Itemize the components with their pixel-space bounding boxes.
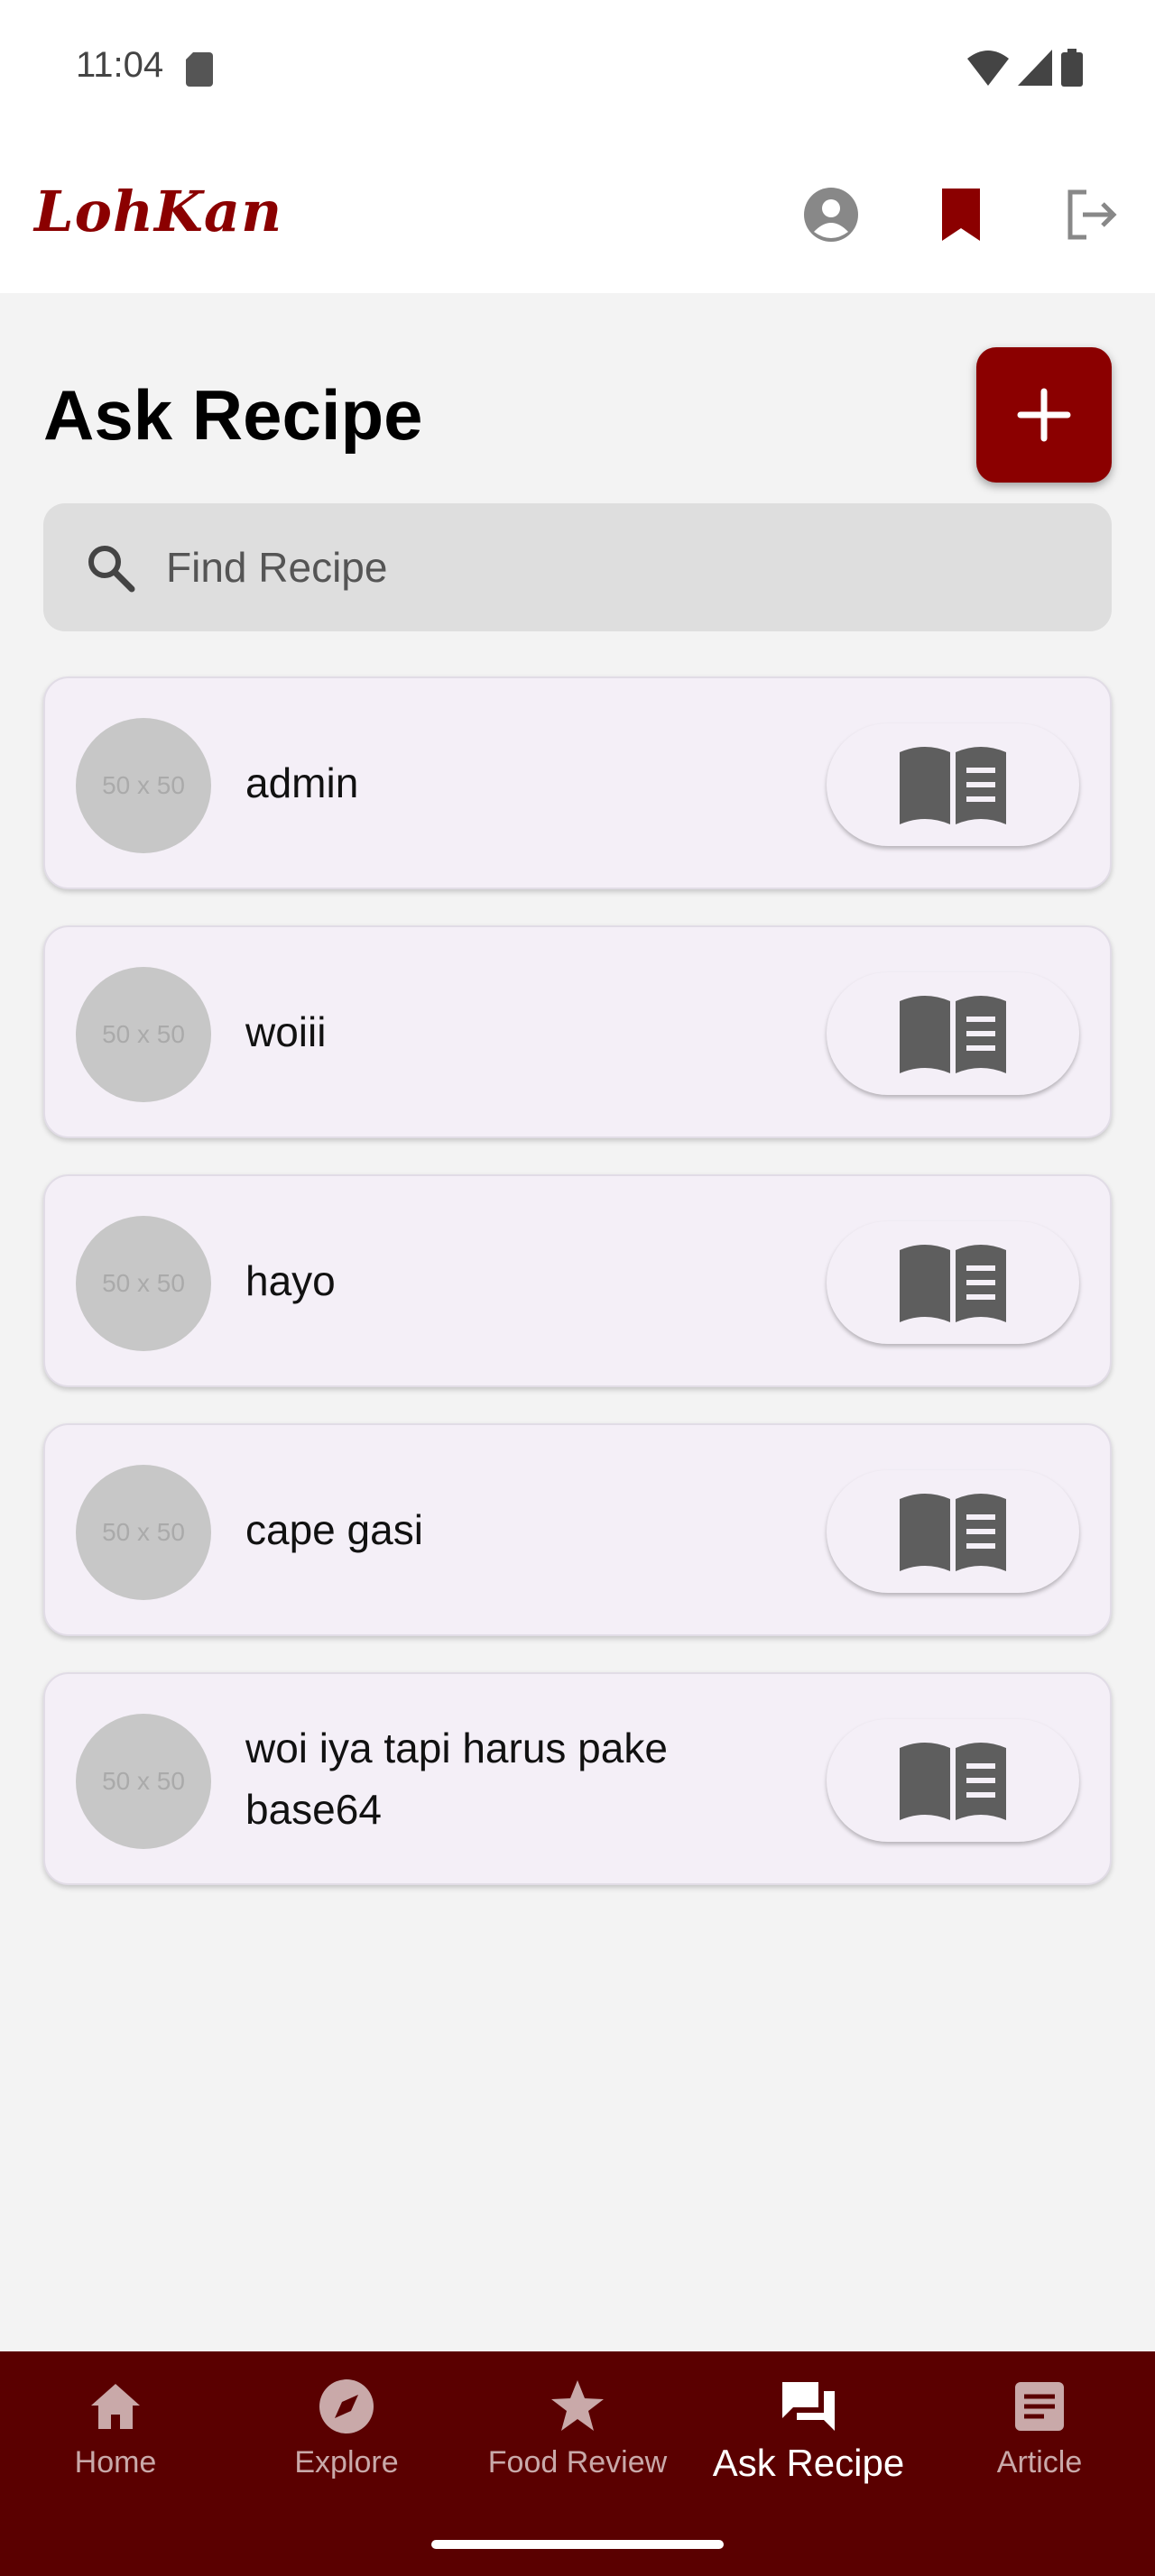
book-icon: [900, 1743, 1006, 1820]
view-recipe-button[interactable]: [827, 1221, 1079, 1344]
nav-label-article: Article: [996, 2445, 1083, 2479]
nav-label-explore: Explore: [294, 2445, 399, 2479]
battery-icon: [1061, 49, 1083, 87]
search-bar[interactable]: [43, 503, 1112, 631]
nav-item-article[interactable]: Article: [924, 2351, 1155, 2532]
nav-item-ask-recipe[interactable]: Ask Recipe: [693, 2351, 924, 2532]
nav-label-food-review: Food Review: [487, 2445, 668, 2479]
recipe-title: woi iya tapi harus pake base64: [245, 1725, 668, 1833]
home-icon: [91, 2384, 140, 2429]
profile-icon[interactable]: [801, 185, 861, 244]
chat-icon: [782, 2382, 835, 2431]
recipe-title: hayo: [245, 1257, 336, 1304]
star-icon: [551, 2380, 604, 2431]
book-icon: [900, 747, 1006, 824]
app-bar: LohKan: [0, 135, 1155, 293]
article-icon: [1015, 2382, 1064, 2431]
search-input[interactable]: [164, 542, 980, 593]
recipe-card[interactable]: 50 x 50 cape gasi: [43, 1423, 1112, 1636]
avatar-placeholder: 50 x 50: [102, 771, 185, 799]
recipe-card[interactable]: 50 x 50 admin: [43, 676, 1112, 889]
status-bar: 11:04: [0, 0, 1155, 135]
avatar: 50 x 50: [76, 967, 211, 1102]
add-recipe-button[interactable]: [976, 347, 1112, 483]
view-recipe-button[interactable]: [827, 972, 1079, 1095]
nav-item-home[interactable]: Home: [0, 2351, 231, 2532]
page-title: Ask Recipe: [43, 375, 423, 455]
compass-icon: [319, 2379, 374, 2433]
recipe-title: woiii: [245, 1008, 327, 1055]
nav-label-ask-recipe: Ask Recipe: [712, 2442, 905, 2484]
view-recipe-button[interactable]: [827, 1470, 1079, 1593]
avatar: 50 x 50: [76, 718, 211, 853]
recipe-title: admin: [245, 759, 359, 806]
home-indicator: [431, 2540, 724, 2549]
search-icon: [88, 546, 135, 593]
avatar: 50 x 50: [76, 1216, 211, 1351]
status-icons: [967, 49, 1083, 87]
avatar: 50 x 50: [76, 1465, 211, 1600]
avatar-placeholder: 50 x 50: [102, 1767, 185, 1795]
view-recipe-button[interactable]: [827, 723, 1079, 846]
avatar-placeholder: 50 x 50: [102, 1518, 185, 1546]
sd-card-icon: [186, 52, 213, 87]
nav-label-home: Home: [74, 2445, 157, 2479]
status-time: 11:04: [76, 45, 164, 85]
recipe-card[interactable]: 50 x 50 woi iya tapi harus pake base64: [43, 1672, 1112, 1885]
nav-item-food-review[interactable]: Food Review: [462, 2351, 693, 2532]
book-icon: [900, 996, 1006, 1073]
recipe-card[interactable]: 50 x 50 hayo: [43, 1174, 1112, 1387]
view-recipe-button[interactable]: [827, 1719, 1079, 1842]
nav-item-explore[interactable]: Explore: [231, 2351, 462, 2532]
book-icon: [900, 1494, 1006, 1571]
recipe-title: cape gasi: [245, 1506, 423, 1553]
bookmark-icon[interactable]: [931, 185, 991, 244]
avatar-placeholder: 50 x 50: [102, 1020, 185, 1048]
signal-icon: [1018, 50, 1052, 86]
avatar: 50 x 50: [76, 1714, 211, 1849]
book-icon: [900, 1245, 1006, 1322]
logout-icon[interactable]: [1061, 185, 1121, 244]
app-logo: LohKan: [34, 179, 283, 244]
app-bar-actions: [801, 185, 1121, 244]
recipe-card[interactable]: 50 x 50 woiii: [43, 925, 1112, 1138]
wifi-icon: [967, 51, 1009, 86]
avatar-placeholder: 50 x 50: [102, 1269, 185, 1297]
plus-icon: [1017, 388, 1071, 442]
main-content: Ask Recipe 50 x 50 admin 50 x 50 woiii: [0, 293, 1155, 2351]
